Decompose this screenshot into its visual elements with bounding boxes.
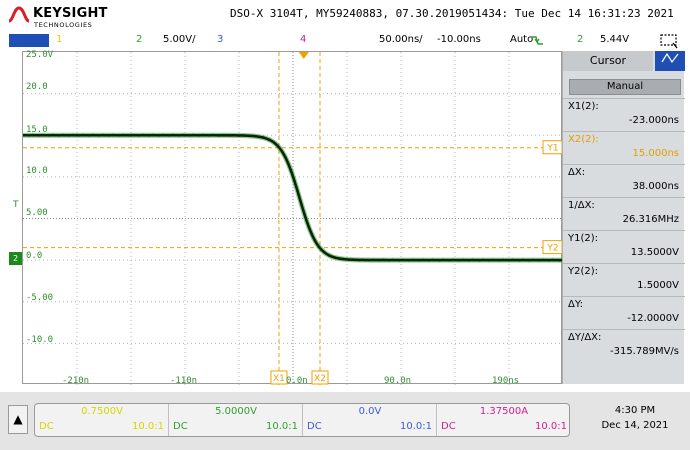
tab-cursor[interactable]: Cursor (563, 51, 653, 71)
cursor-row-inv-dx: 1/ΔX: 26.316MHz (563, 197, 685, 230)
ch1-probe: 10.0:1 (132, 421, 164, 432)
cursor-slope-value: -315.789MV/s (609, 346, 679, 357)
brand-subtitle: TECHNOLOGIES (34, 21, 93, 29)
ch2-label[interactable]: 2 (136, 34, 142, 45)
cursor-mode-button[interactable]: Manual (569, 79, 681, 95)
x-axis-label: 190ns (492, 376, 520, 386)
cursor-x1-label: X1(2): (568, 101, 599, 112)
time-delay[interactable]: -10.00ns (437, 34, 481, 45)
cursor-x2-tag: X2 (314, 374, 326, 384)
x-axis-label: 0.0n (286, 376, 308, 386)
keysight-wave-icon (8, 6, 30, 23)
cursor-row-dx: ΔX: 38.000ns (563, 164, 685, 197)
ch2-coupling: DC (173, 421, 188, 432)
panel-tabs: Cursor (563, 51, 685, 71)
channel-status-bar: 1 2 5.00V/ 3 4 50.00ns/ -10.00ns Auto 2 (6, 34, 583, 47)
ch4-scale: 1.37500A (479, 406, 529, 417)
ch2-settings[interactable]: 5.0000V DC 10.0:1 (169, 404, 303, 436)
arrow-up-icon: ▲ (13, 412, 23, 426)
cursor-x2-label: X2(2): (568, 134, 599, 145)
y-axis-label: 5.00 (26, 208, 48, 218)
waveform-display[interactable]: X1 X2 Y1 Y2 (22, 51, 563, 385)
cursor-row-y1: Y1(2): 13.5000V (563, 230, 685, 263)
ch4-label[interactable]: 4 (300, 34, 306, 45)
ch4-settings[interactable]: 1.37500A DC 10.0:1 (437, 404, 571, 436)
cursor-row-dy: ΔY: -12.0000V (563, 296, 685, 329)
cursor-dx-value: 38.000ns (632, 181, 679, 192)
cursor-y1-value: 13.5000V (630, 247, 679, 258)
channel-tab-icon (661, 52, 679, 64)
y-axis-label: 0.0 (26, 251, 43, 261)
cursor-y2-value: 1.5000V (637, 280, 679, 291)
y-axis-label: -5.00 (26, 293, 54, 303)
cursor-inv-dx-label: 1/ΔX: (568, 200, 595, 211)
ch3-settings[interactable]: 0.0V DC 10.0:1 (303, 404, 437, 436)
clock-time: 4:30 PM (614, 405, 656, 416)
brand-name: KEYSIGHT (33, 6, 108, 21)
ch4-probe: 10.0:1 (535, 421, 567, 432)
ch1-indicator[interactable] (9, 34, 49, 47)
cursor-row-x2: X2(2): 15.000ns (563, 131, 685, 164)
timebase-scale[interactable]: 50.00ns/ (379, 34, 423, 45)
y-axis-label: 25.0V (26, 50, 54, 60)
ch4-coupling: DC (441, 421, 456, 432)
cursor-row-x1: X1(2): -23.000ns (563, 98, 685, 131)
cursor-x1-value: -23.000ns (628, 115, 679, 126)
cursor-dx-label: ΔX: (568, 167, 586, 178)
y-axis-label: 10.0 (26, 166, 48, 176)
cursor-dy-value: -12.0000V (627, 313, 679, 324)
tab-channel[interactable] (655, 51, 685, 71)
x-axis-label: -210n (62, 376, 90, 386)
clock-date: Dec 14, 2021 (601, 420, 669, 431)
cursor-y2-tag: Y2 (546, 244, 558, 254)
ch3-scale: 0.0V (358, 406, 382, 417)
cursor-y1-tag: Y1 (546, 144, 558, 154)
y-axis-label: -10.0 (26, 335, 54, 345)
ch1-coupling: DC (39, 421, 54, 432)
cursor-x1-tag: X1 (273, 374, 285, 384)
cursor-panel: Cursor Manual X1(2): -23.000ns X2(2): 15… (562, 51, 685, 384)
ch2-probe: 10.0:1 (266, 421, 298, 432)
ch1-scale: 0.7500V (81, 406, 123, 417)
cursor-row-y2: Y2(2): 1.5000V (563, 263, 685, 296)
trigger-position-marker (298, 52, 309, 59)
ch3-label[interactable]: 3 (217, 34, 223, 45)
trigger-level-marker[interactable]: T (13, 200, 19, 210)
ch3-probe: 10.0:1 (400, 421, 432, 432)
y-axis-label: 20.0 (26, 82, 48, 92)
cursor-x2-value: 15.000ns (632, 148, 679, 159)
select-region-icon[interactable] (659, 33, 679, 50)
cursor-slope-label: ΔY/ΔX: (568, 332, 602, 343)
waveform-canvas[interactable]: X1 X2 Y1 Y2 (23, 52, 563, 385)
cursor-row-slope: ΔY/ΔX: -315.789MV/s (563, 329, 685, 362)
x-axis-label: 90.0n (384, 376, 412, 386)
ch2-scale[interactable]: 5.00V/ (163, 34, 195, 45)
trigger-source[interactable]: 2 (577, 34, 583, 45)
expand-up-button[interactable]: ▲ (8, 405, 28, 434)
ch2-trace-noise (23, 133, 563, 262)
cursor-y2-label: Y2(2): (568, 266, 599, 277)
cursor-y1-label: Y1(2): (568, 233, 599, 244)
scope-title: DSO-X 3104T, MY59240883, 07.30.201905143… (230, 7, 674, 20)
ch2-ground-marker[interactable]: 2 (9, 252, 22, 265)
falling-edge-trigger-icon (531, 36, 543, 45)
cursor-dy-label: ΔY: (568, 299, 583, 310)
keysight-logo: KEYSIGHT TECHNOLOGIES (8, 4, 118, 30)
ch1-label[interactable]: 1 (56, 34, 62, 45)
x-axis-label: -110n (170, 376, 198, 386)
ch1-settings[interactable]: 0.7500V DC 10.0:1 (35, 404, 169, 436)
channel-settings-group: 0.7500V DC 10.0:1 5.0000V DC 10.0:1 0.0V… (34, 403, 570, 437)
ch2-scale-value: 5.0000V (215, 406, 257, 417)
ch3-coupling: DC (307, 421, 322, 432)
y-axis-label: 15.0 (26, 125, 48, 135)
trigger-level[interactable]: 5.44V (600, 34, 629, 45)
cursor-inv-dx-value: 26.316MHz (622, 214, 679, 225)
